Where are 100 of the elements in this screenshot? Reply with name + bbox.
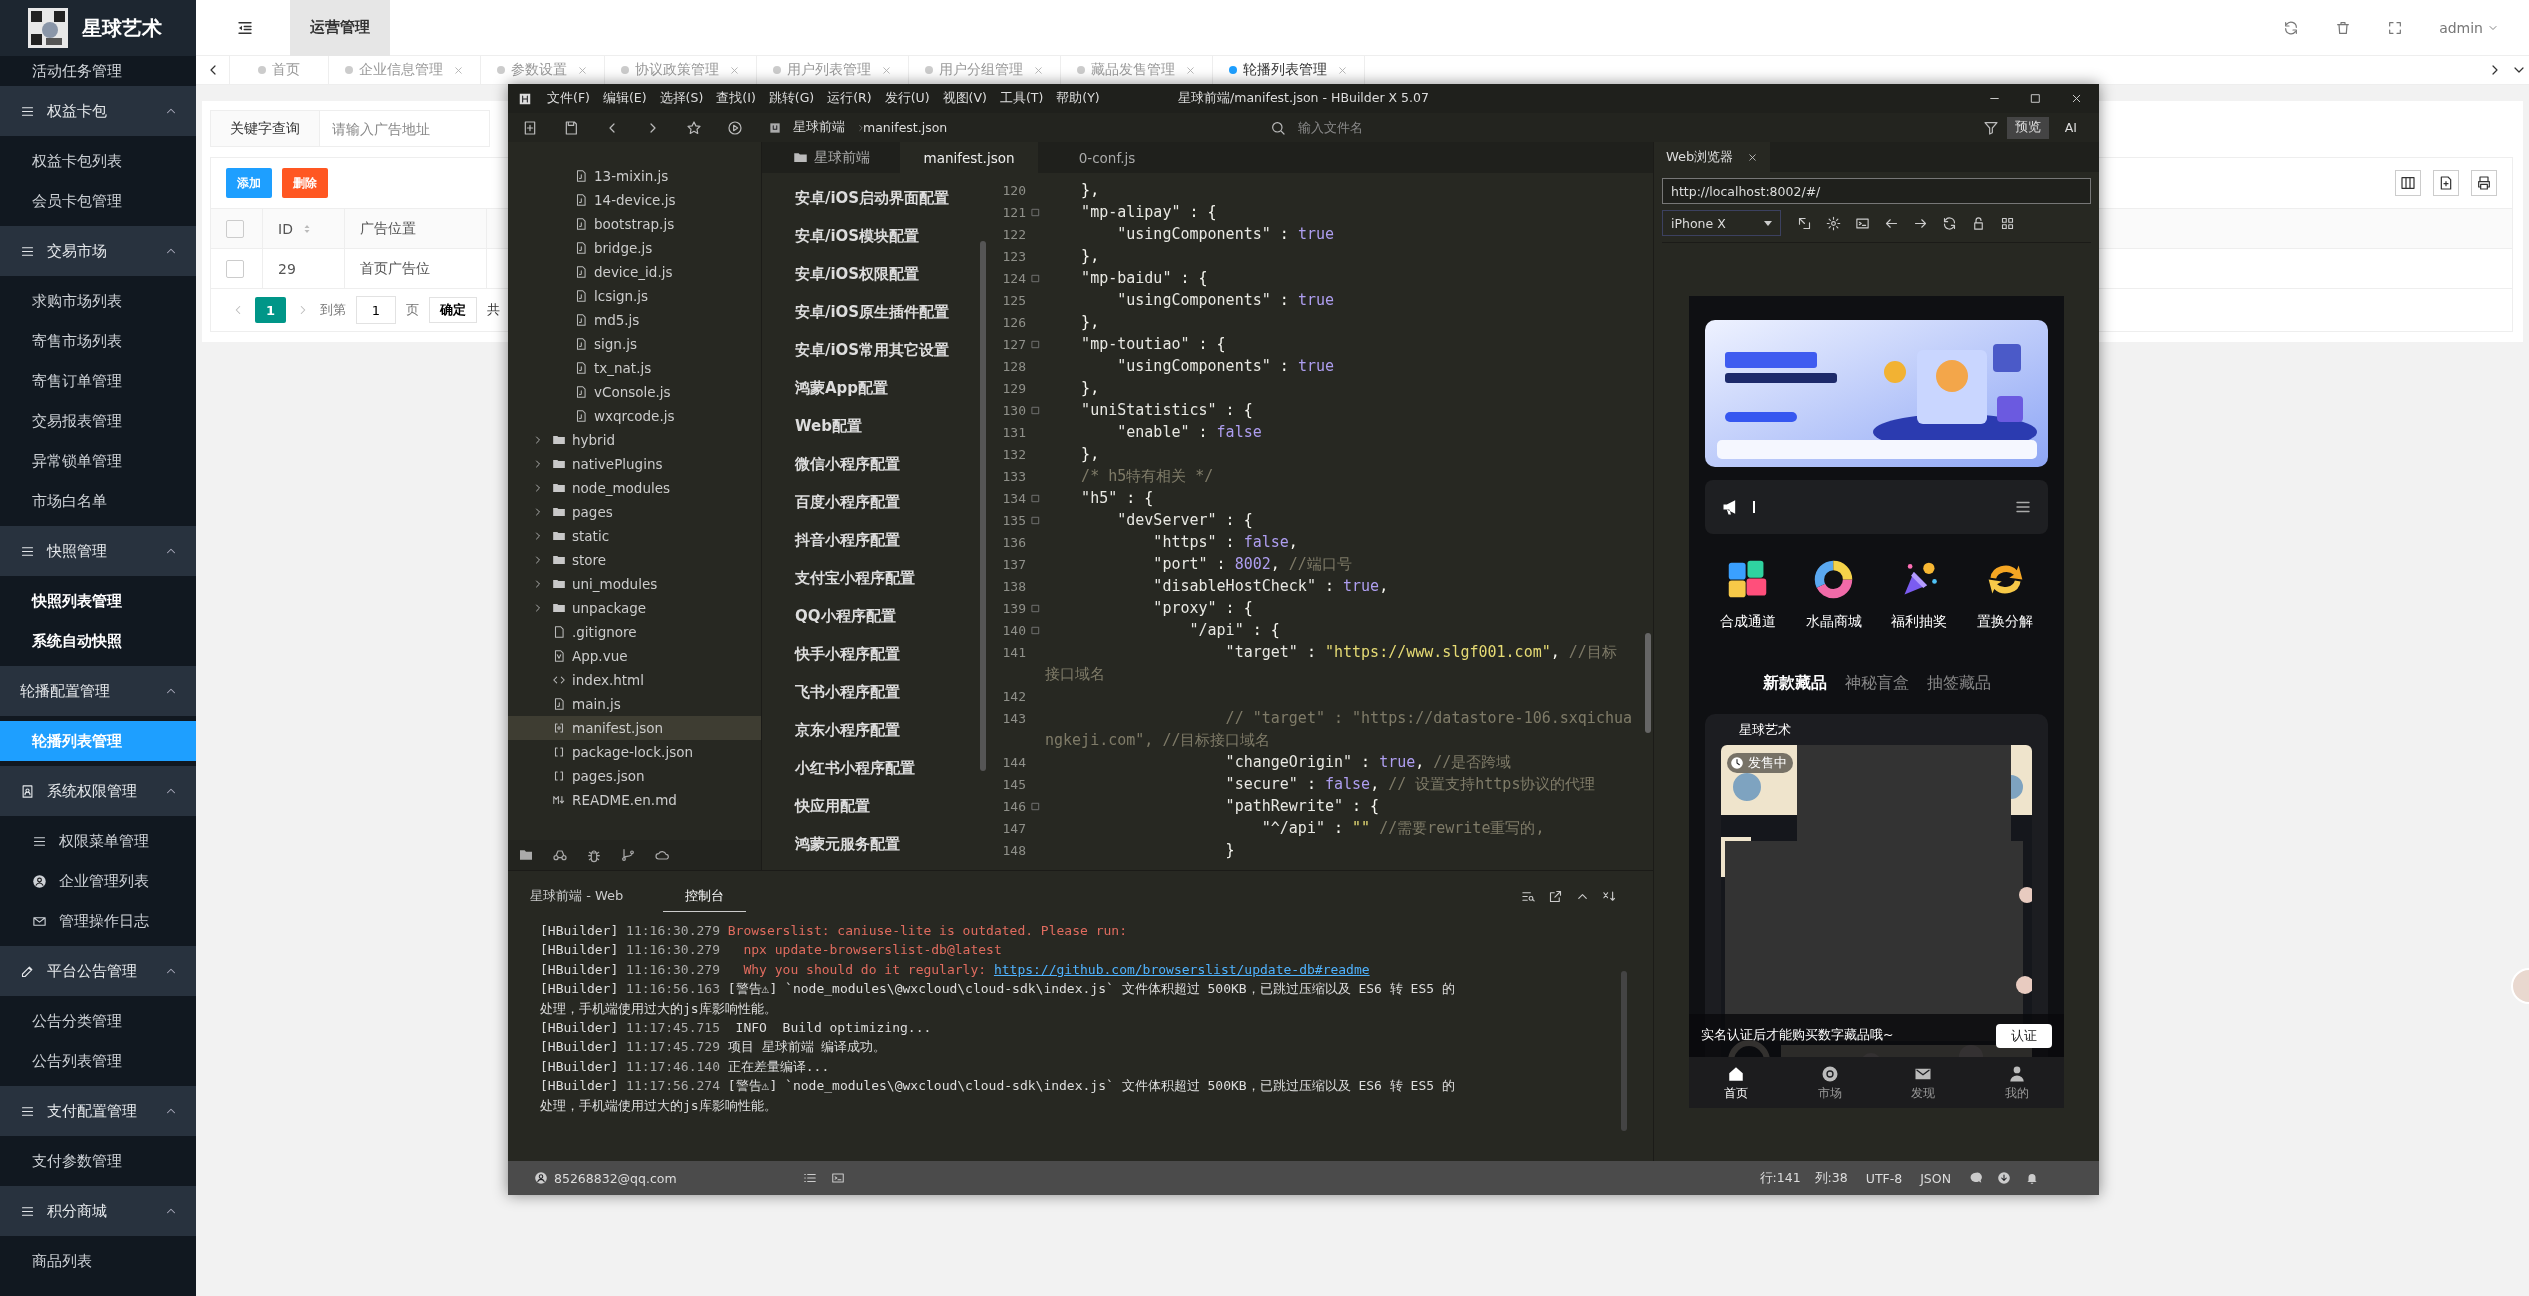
folder-item[interactable]: static bbox=[508, 524, 761, 548]
sidebar-group[interactable]: 系统权限管理 bbox=[0, 766, 196, 816]
settings-section[interactable]: 快手小程序配置 bbox=[762, 635, 988, 673]
folder-item[interactable]: pages bbox=[508, 500, 761, 524]
lock-icon[interactable] bbox=[1971, 215, 1986, 231]
menu-tab[interactable]: 运营管理 bbox=[290, 0, 390, 56]
sidebar-item[interactable]: 寄售市场列表 bbox=[0, 321, 196, 361]
file-item[interactable]: bridge.js bbox=[508, 236, 761, 260]
file-item[interactable]: wxqrcode.js bbox=[508, 404, 761, 428]
shortcut[interactable]: 置换分解 bbox=[1962, 557, 2048, 630]
fold-icon[interactable] bbox=[1030, 404, 1041, 416]
sidebar-group[interactable]: 快照管理 bbox=[0, 526, 196, 576]
file-item[interactable]: md5.js bbox=[508, 308, 761, 332]
checkbox[interactable] bbox=[226, 219, 244, 238]
sidebar-group[interactable]: 交易市场 bbox=[0, 226, 196, 276]
sidebar-group[interactable]: 支付配置管理 bbox=[0, 1086, 196, 1136]
fullscreen-icon[interactable] bbox=[2387, 19, 2404, 36]
columns-icon[interactable] bbox=[2395, 170, 2421, 196]
file-item[interactable]: pages.json bbox=[508, 764, 761, 788]
export-icon[interactable] bbox=[1548, 888, 1563, 904]
settings-section[interactable]: 安卓/iOS常用其它设置 bbox=[762, 331, 988, 369]
folder-item[interactable]: hybrid bbox=[508, 428, 761, 452]
file-item[interactable]: package-lock.json bbox=[508, 740, 761, 764]
settings-section[interactable]: 安卓/iOS原生插件配置 bbox=[762, 293, 988, 331]
sidebar-item[interactable]: 求购市场列表 bbox=[0, 281, 196, 321]
bug-icon[interactable] bbox=[586, 847, 602, 863]
sidebar-item[interactable]: 公告列表管理 bbox=[0, 1041, 196, 1081]
bell-icon[interactable] bbox=[2025, 1171, 2039, 1185]
fold-icon[interactable] bbox=[1030, 800, 1041, 812]
tab-bar-item[interactable]: 发现 bbox=[1876, 1057, 1971, 1108]
menu-item[interactable]: 工具(T) bbox=[999, 90, 1044, 107]
filter-icon[interactable] bbox=[1982, 119, 1999, 136]
sidebar-item[interactable]: 管理操作日志 bbox=[0, 901, 196, 941]
file-item[interactable]: tx_nat.js bbox=[508, 356, 761, 380]
sidebar-group[interactable]: 积分商城 bbox=[0, 1186, 196, 1236]
run-icon[interactable] bbox=[727, 119, 743, 136]
sidebar-group[interactable]: 轮播配置管理 bbox=[0, 666, 196, 716]
editor-tab[interactable]: manifest.json bbox=[900, 142, 1038, 173]
sidebar-item[interactable]: 活动任务管理 bbox=[0, 56, 196, 86]
sidebar-item[interactable]: 权益卡包列表 bbox=[0, 141, 196, 181]
settings-section[interactable]: 安卓/iOS启动界面配置 bbox=[762, 179, 988, 217]
ai-button[interactable]: AI bbox=[2056, 116, 2085, 139]
settings-section[interactable]: 抖音小程序配置 bbox=[762, 521, 988, 559]
chat-icon[interactable] bbox=[1969, 1171, 1983, 1185]
menu-item[interactable]: 文件(F) bbox=[547, 90, 590, 107]
fold-icon[interactable] bbox=[1030, 492, 1041, 504]
export-icon[interactable] bbox=[2433, 170, 2459, 196]
file-item[interactable]: README.en.md bbox=[508, 788, 761, 812]
scrollbar[interactable] bbox=[980, 241, 986, 771]
settings-section[interactable]: 快应用配置 bbox=[762, 787, 988, 825]
scrollbar[interactable] bbox=[1621, 971, 1627, 1131]
print-icon[interactable] bbox=[2471, 170, 2497, 196]
sidebar-item[interactable]: 系统自动快照 bbox=[0, 621, 196, 661]
scrollbar[interactable] bbox=[1645, 633, 1651, 733]
star-icon[interactable] bbox=[686, 119, 702, 136]
account-label[interactable]: 85268832@qq.com bbox=[554, 1170, 677, 1186]
file-item[interactable]: main.js bbox=[508, 692, 761, 716]
sidebar-item[interactable]: 公告分类管理 bbox=[0, 1001, 196, 1041]
page-input[interactable]: 1 bbox=[356, 296, 396, 324]
fold-icon[interactable] bbox=[1030, 338, 1041, 350]
sidebar-item[interactable]: 快照列表管理 bbox=[0, 581, 196, 621]
settings-section[interactable]: 鸿蒙元服务配置 bbox=[762, 825, 988, 863]
sidebar-item[interactable]: 会员卡包管理 bbox=[0, 181, 196, 221]
maximize-icon[interactable] bbox=[2029, 92, 2042, 105]
tab-bar-item[interactable]: 我的 bbox=[1970, 1057, 2064, 1108]
confirm-button[interactable]: 确定 bbox=[429, 297, 477, 323]
file-item[interactable]: 13-mixin.js bbox=[508, 164, 761, 188]
panel-tab[interactable]: 控制台 bbox=[663, 880, 747, 912]
fold-icon[interactable] bbox=[1030, 272, 1041, 284]
menu-item[interactable]: 选择(S) bbox=[659, 90, 704, 107]
shortcut[interactable]: 水晶商城 bbox=[1790, 557, 1877, 630]
file-item[interactable]: bootstrap.js bbox=[508, 212, 761, 236]
shortcut[interactable]: 合成通道 bbox=[1705, 557, 1791, 630]
category-tab[interactable]: 神秘盲盒 bbox=[1844, 672, 1909, 694]
settings-section[interactable]: 安卓/iOS权限配置 bbox=[762, 255, 988, 293]
save-icon[interactable] bbox=[563, 119, 579, 136]
sidebar-item[interactable]: 商品列表 bbox=[0, 1241, 196, 1281]
url-field[interactable]: http://localhost:8002/#/ bbox=[1662, 178, 2091, 204]
sidebar-item[interactable]: 交易报表管理 bbox=[0, 401, 196, 441]
fold-icon[interactable] bbox=[1030, 514, 1041, 526]
grid-icon[interactable] bbox=[2000, 215, 2015, 231]
folder-item[interactable]: node_modules bbox=[508, 476, 761, 500]
settings-section[interactable]: 安卓/iOS模块配置 bbox=[762, 217, 988, 255]
settings-section[interactable]: Web配置 bbox=[762, 407, 988, 445]
panel-tab[interactable]: 星球前端 - Web bbox=[520, 880, 634, 912]
column-header[interactable]: ID bbox=[278, 220, 293, 237]
settings-section[interactable]: 京东小程序配置 bbox=[762, 711, 988, 749]
file-item[interactable]: lcsign.js bbox=[508, 284, 761, 308]
breadcrumb-item[interactable]: 星球前端 bbox=[793, 119, 845, 136]
new-file-icon[interactable] bbox=[522, 119, 538, 136]
menu-item[interactable]: 发行(U) bbox=[884, 90, 930, 107]
file-item[interactable]: 14-device.js bbox=[508, 188, 761, 212]
menu-item[interactable]: 跳转(G) bbox=[768, 90, 815, 107]
sidebar-item[interactable]: 市场白名单 bbox=[0, 481, 196, 521]
category-tab[interactable]: 抽签藏品 bbox=[1926, 672, 1991, 694]
file-search-field[interactable]: 输入文件名 bbox=[1296, 119, 1500, 136]
sidebar-group[interactable]: 平台公告管理 bbox=[0, 946, 196, 996]
refresh-icon[interactable] bbox=[2283, 19, 2300, 36]
download-icon[interactable] bbox=[1997, 1171, 2011, 1185]
browser-tab[interactable]: Web浏览器 bbox=[1654, 142, 1771, 172]
